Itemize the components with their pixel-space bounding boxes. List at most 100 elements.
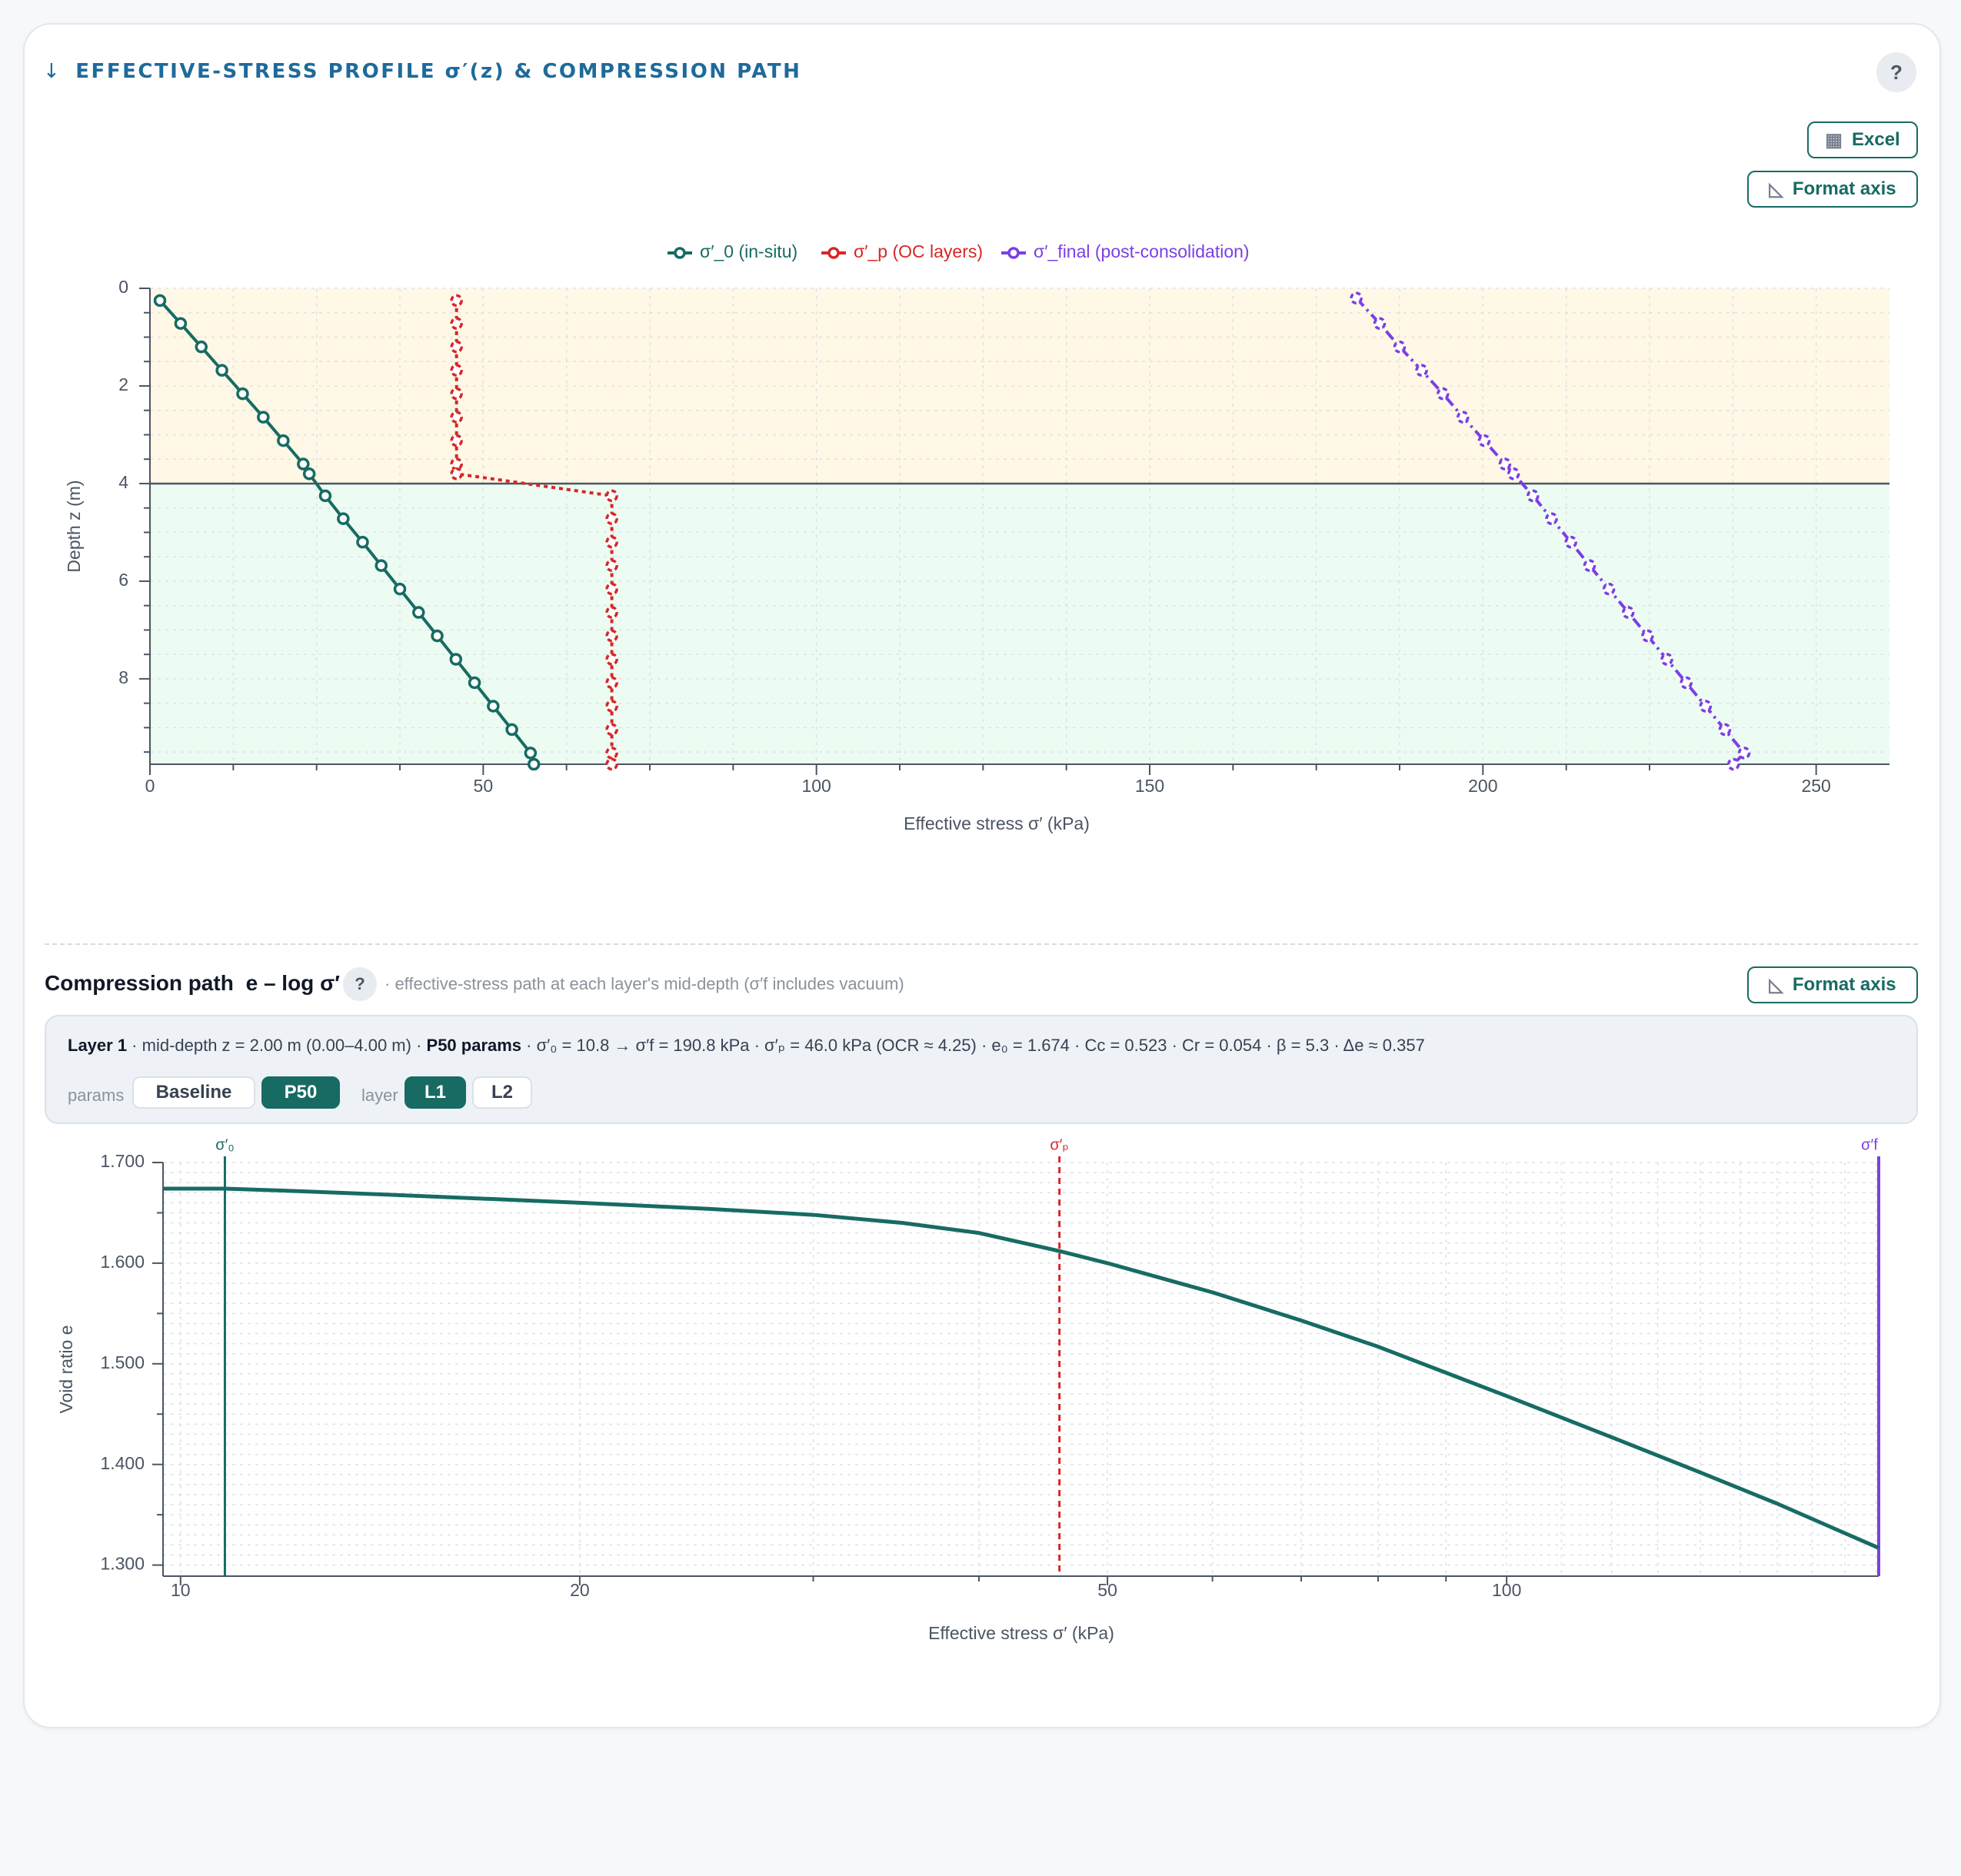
data-point [236,387,249,401]
data-point [412,606,425,619]
data-point [1373,317,1387,330]
params-option-baseline[interactable]: Baseline [132,1076,255,1109]
data-point [450,467,463,481]
x-tick-label: 200 [1468,776,1497,796]
data-point [605,747,618,760]
data-point [431,629,444,643]
legend-entry: σ′_0 (in-situ) [700,241,797,261]
data-point [605,582,618,596]
data-point [337,512,350,525]
compression-description: · effective-stress path at each layer's … [385,974,904,993]
reference-line-label: σ′f [1861,1136,1878,1153]
data-point [605,512,618,525]
compression-title-sub: e – log σ′ [245,971,340,995]
x-axis-label: Effective stress σ′ (kPa) [928,1623,1114,1643]
data-point [605,489,618,503]
x-tick-label: 50 [474,776,494,796]
layer-name: Layer 1 [68,1036,128,1055]
data-point [450,340,463,354]
data-point [450,457,463,471]
data-point [1602,582,1616,596]
data-point [1660,653,1673,666]
layer-info-line: Layer 1 · mid-depth z = 2.00 m (0.00–4.0… [68,1036,1425,1056]
params-option-p50[interactable]: P50 [261,1076,340,1109]
y-tick-label: 1.600 [100,1252,145,1272]
params-label: params [68,1086,125,1105]
data-point [1415,364,1428,377]
data-point [605,653,618,666]
data-point [195,340,208,354]
x-tick-label: 100 [801,776,831,796]
x-tick-label: 150 [1135,776,1164,796]
data-point [1350,291,1363,304]
y-tick-label: 1.400 [100,1453,145,1473]
x-tick-label: 100 [1492,1580,1521,1600]
y-tick-label: 1.500 [100,1352,145,1372]
format-axis-button-compression[interactable]: ◺ Format axis [1747,966,1918,1003]
data-point [487,700,500,713]
layer-option-l1[interactable]: L1 [405,1076,466,1109]
data-point [605,606,618,619]
data-point [605,535,618,549]
data-point [1437,387,1450,401]
legend-entry: σ′_final (post-consolidation) [1034,241,1250,261]
legend-swatch-marker [1007,247,1020,259]
data-point [527,757,541,771]
data-point [605,629,618,643]
compression-chart: 10 20 50 100 1.700 1.600 1.500 1.400 1.300 Effect… [56,1136,1880,1643]
compression-help-button[interactable]: ? [343,967,377,1001]
x-tick-label: 20 [570,1580,590,1600]
data-point [277,434,290,447]
y-tick-label: 8 [118,667,128,687]
legend-entry: σ′_p (OC layers) [854,241,983,261]
data-point [1477,434,1491,447]
data-point [1393,340,1407,354]
y-tick-label: 4 [118,472,128,492]
data-point [1699,700,1713,713]
y-tick-label: 1.700 [100,1151,145,1171]
data-point [297,457,310,471]
data-point [450,364,463,377]
x-axis-label: Effective stress σ′ (kPa) [904,813,1090,833]
data-point [605,559,618,572]
compression-title: Compression path e – log σ′ [45,971,340,996]
data-point [450,294,463,308]
compression-curve [163,1186,1880,1550]
data-point [318,489,332,503]
data-point [257,411,270,424]
x-tick-label: 50 [1097,1580,1117,1600]
data-point [1545,512,1558,525]
y-axis-label: Void ratio e [56,1325,76,1413]
layer-label: layer [361,1086,398,1105]
data-point [215,364,228,377]
y-tick-label: 0 [118,277,128,297]
data-point [450,434,463,447]
data-point [605,757,618,771]
data-point [1641,629,1654,643]
data-point [1726,757,1740,771]
data-point [450,317,463,330]
data-point [605,700,618,713]
layer-middepth: · mid-depth z = 2.00 m (0.00–4.00 m) · [127,1036,427,1055]
legend-swatch-marker [674,247,686,259]
data-point [1507,467,1520,481]
params-name: P50 params [426,1036,522,1055]
section-divider [45,943,1918,945]
layer-option-l2[interactable]: L2 [472,1076,532,1109]
data-point [1583,559,1596,572]
data-point [605,676,618,690]
data-point [1737,747,1751,760]
y-tick-label: 1.300 [100,1554,145,1574]
data-point [524,747,538,760]
data-point [1564,535,1577,549]
data-point [393,582,407,596]
data-point [505,723,518,737]
data-point [468,676,481,690]
data-point [1498,457,1512,471]
reference-line-label: σ′₀ [215,1136,234,1153]
set-square-icon: ◺ [1769,974,1783,996]
data-point [1622,606,1635,619]
data-point [356,535,369,549]
data-point [1457,411,1470,424]
y-tick-label: 6 [118,570,128,590]
